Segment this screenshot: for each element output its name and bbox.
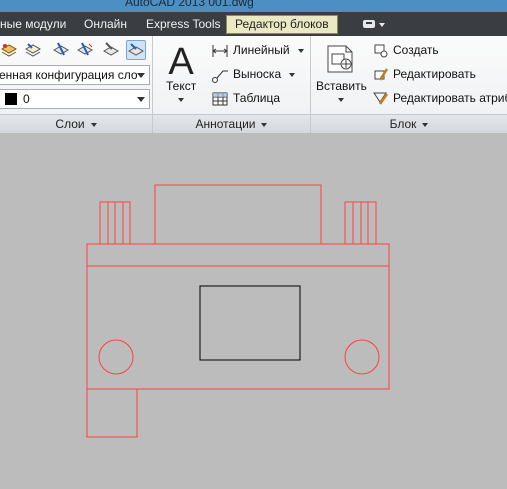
table-label: Таблица: [233, 91, 281, 105]
insert-block-icon: [327, 45, 353, 73]
ribbon: енная конфигурация сло 0 Слои A Текст Ли…: [0, 36, 507, 133]
tab-block-editor[interactable]: Редактор блоков: [226, 15, 338, 34]
flange-band: [86, 243, 390, 267]
center-rectangle: [199, 285, 301, 361]
annotations-panel-title[interactable]: Аннотации: [153, 114, 310, 133]
layer-state-value: енная конфигурация сло: [0, 68, 138, 82]
svg-text:A: A: [168, 41, 194, 80]
text-button[interactable]: A Текст: [162, 38, 200, 112]
mounting-hole-right: [344, 339, 380, 375]
text-icon: A: [168, 41, 194, 80]
edit-block-icon: [374, 68, 389, 81]
ribbon-display-options-button[interactable]: [361, 19, 395, 31]
layer-match-icon[interactable]: [102, 41, 120, 59]
create-label: Создать: [393, 43, 439, 57]
table-icon: [212, 92, 228, 106]
drawing-svg: [86, 184, 390, 438]
text-label: Текст: [166, 79, 197, 93]
edit-attributes-icon: [373, 92, 389, 105]
block-panel-title[interactable]: Блок: [311, 114, 507, 133]
leader-label: Выноска: [233, 67, 282, 81]
layer-isolate-icon[interactable]: [24, 41, 42, 59]
multileader-icon: [212, 70, 228, 83]
layers-panel-title[interactable]: Слои: [0, 114, 152, 133]
layer-color-swatch: [5, 93, 17, 105]
connector-top-block: [154, 184, 322, 245]
layer-freeze-icon[interactable]: [52, 41, 70, 59]
create-block-icon: [374, 44, 388, 58]
chevron-down-icon: [338, 98, 344, 102]
insert-label: Вставить: [316, 79, 367, 93]
edit-label: Редактировать: [393, 67, 476, 81]
drawing-canvas[interactable]: [0, 133, 507, 486]
chevron-down-icon: [298, 49, 304, 53]
layers-panel-label: Слои: [55, 117, 85, 131]
minimize-ribbon-icon: [363, 20, 385, 28]
chevron-down-icon: [289, 73, 295, 77]
chevron-down-icon: [422, 122, 429, 127]
ribbon-tab-bar: ные модули Онлайн Express Tools Редактор…: [0, 12, 507, 36]
block-panel-label: Блок: [389, 117, 417, 131]
chevron-down-icon: [137, 97, 145, 102]
tab-express-tools[interactable]: Express Tools: [146, 16, 220, 33]
chevron-down-icon: [261, 122, 268, 127]
insert-block-button[interactable]: Вставить: [314, 38, 368, 112]
layer-current-icon[interactable]: [126, 40, 146, 60]
layer-state-combo[interactable]: енная конфигурация сло: [0, 65, 150, 85]
mounting-hole-left: [98, 339, 134, 375]
layer-state-icon[interactable]: [0, 41, 18, 59]
layer-value: 0: [23, 92, 30, 106]
tab-online[interactable]: Онлайн: [84, 16, 127, 33]
connector-body: [86, 265, 390, 390]
window-title: AutoCAD 2013 001.dwg: [125, 0, 254, 9]
chevron-down-icon: [178, 98, 184, 102]
window-titlebar: AutoCAD 2013 001.dwg: [0, 0, 507, 12]
chevron-down-icon: [137, 73, 145, 78]
annotations-panel-label: Аннотации: [195, 117, 256, 131]
tab-addins[interactable]: ные модули: [0, 16, 66, 33]
bottom-tab: [86, 388, 138, 438]
chevron-down-icon: [90, 122, 97, 127]
linear-dim-label: Линейный: [233, 43, 290, 57]
layer-combo[interactable]: 0: [0, 89, 150, 109]
layer-off-icon[interactable]: [76, 41, 94, 59]
edit-attr-label: Редактировать атриб: [393, 91, 507, 105]
linear-dimension-icon: [212, 45, 228, 57]
